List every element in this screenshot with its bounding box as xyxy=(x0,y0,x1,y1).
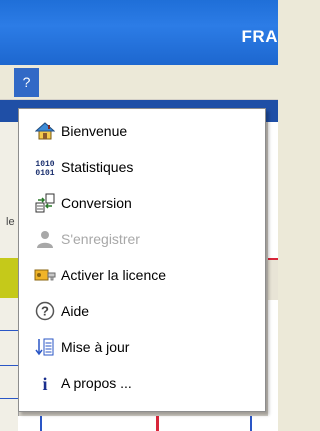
menu-item-statistiques[interactable]: 1010 0101 Statistiques xyxy=(19,151,265,183)
bottom-blue-marker xyxy=(250,416,252,431)
left-panel-divider xyxy=(0,330,18,331)
menu-item-a-propos[interactable]: i A propos ... xyxy=(19,367,265,399)
help-dropdown-menu: Bienvenue 1010 0101 Statistiques Convers… xyxy=(18,108,266,412)
title-bar: FRA xyxy=(0,0,278,65)
left-panel-divider xyxy=(0,365,18,366)
menu-item-aide[interactable]: ? Aide xyxy=(19,295,265,327)
help-icon: ? xyxy=(34,300,56,322)
left-panel-highlight xyxy=(0,258,18,298)
update-icon xyxy=(34,336,56,358)
home-icon xyxy=(34,120,56,142)
window-title: FRA xyxy=(241,27,278,46)
menu-item-label: Activer la licence xyxy=(61,267,167,283)
key-icon xyxy=(34,264,56,286)
conversion-icon xyxy=(34,192,56,214)
menu-bar xyxy=(0,65,278,99)
menu-item-activer-licence[interactable]: Activer la licence xyxy=(19,259,265,291)
menu-item-label: Conversion xyxy=(61,195,132,211)
bottom-content-strip xyxy=(18,416,268,431)
menu-item-mise-a-jour[interactable]: Mise à jour xyxy=(19,331,265,363)
svg-text:1010: 1010 xyxy=(35,160,54,169)
left-panel-divider xyxy=(0,398,18,399)
menu-item-label: Statistiques xyxy=(61,159,134,175)
svg-text:i: i xyxy=(42,374,47,393)
left-panel-text: le xyxy=(6,216,15,228)
menu-item-label: Mise à jour xyxy=(61,339,130,355)
bottom-blue-marker xyxy=(40,416,42,431)
bottom-red-marker xyxy=(156,416,159,431)
info-icon: i xyxy=(34,372,56,394)
binary-stats-icon: 1010 0101 xyxy=(34,156,56,178)
menu-item-label: Bienvenue xyxy=(61,123,128,139)
menu-item-bienvenue[interactable]: Bienvenue xyxy=(19,115,265,147)
menu-item-label: Aide xyxy=(61,303,90,319)
user-icon xyxy=(34,228,56,250)
menu-item-label: S'enregistrer xyxy=(61,231,140,247)
help-menu-button[interactable]: ? xyxy=(14,68,39,97)
right-panel-highlight xyxy=(268,258,278,300)
menu-item-senregistrer[interactable]: S'enregistrer xyxy=(19,223,265,255)
menu-item-conversion[interactable]: Conversion xyxy=(19,187,265,219)
svg-text:?: ? xyxy=(41,304,49,319)
svg-text:0101: 0101 xyxy=(35,169,54,177)
menu-item-label: A propos ... xyxy=(61,375,132,391)
